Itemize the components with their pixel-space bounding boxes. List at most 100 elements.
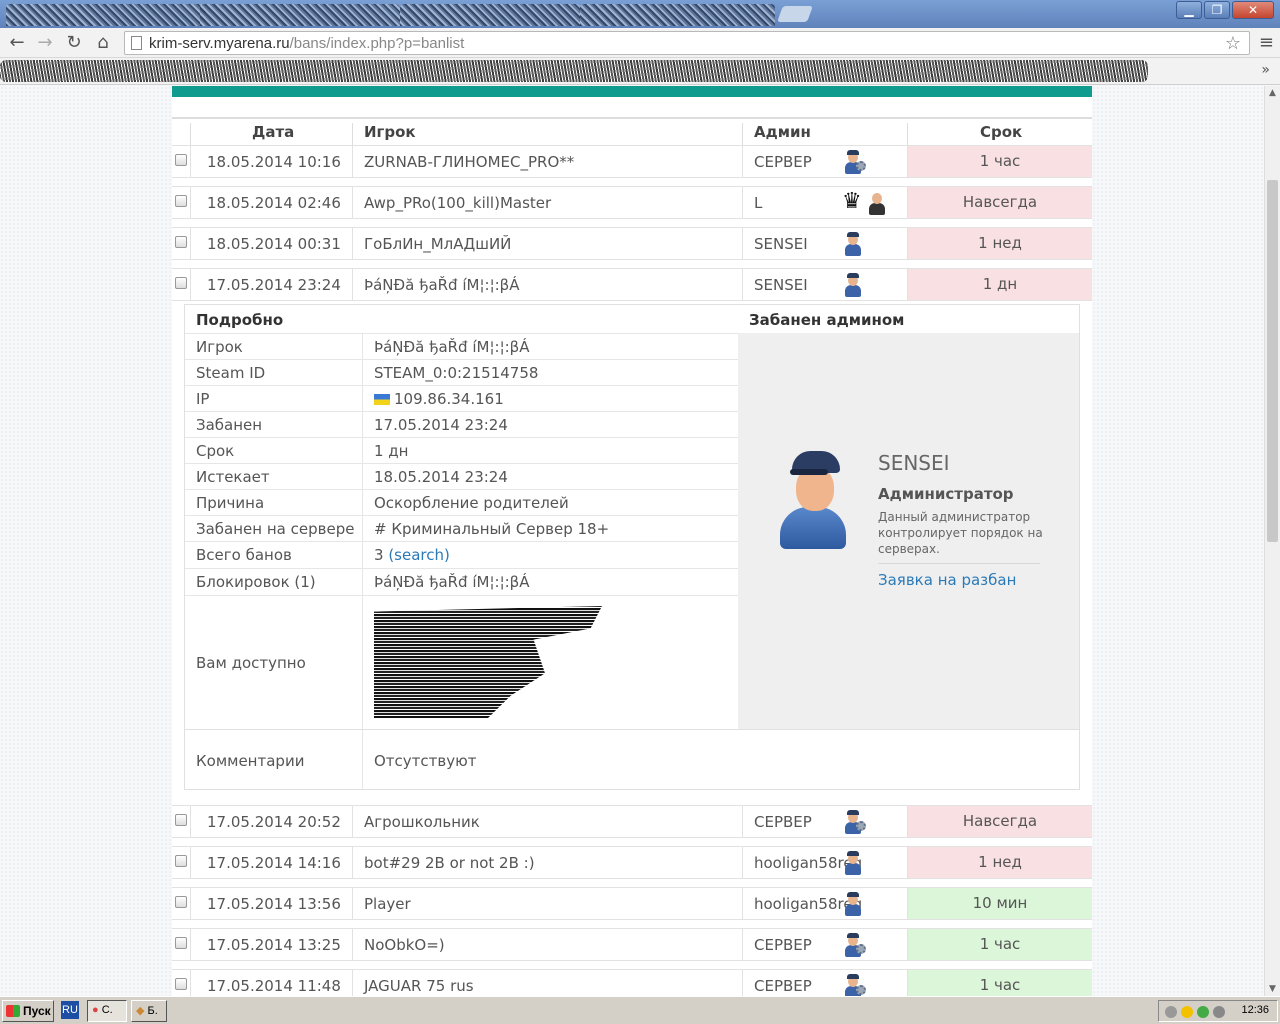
admin-card: SENSEI Администратор Данный администрато… [738,333,1079,729]
search-bans-link[interactable]: (search) [388,546,450,564]
server-admin-icon [842,974,866,996]
start-button[interactable]: Пуск [2,1000,54,1022]
browser-tab[interactable] [400,4,580,26]
bookmarks-overflow-button[interactable]: » [1261,62,1270,78]
player-name[interactable]: JAGUAR 75 rus [364,977,474,995]
row-checkbox[interactable] [175,978,187,990]
browser-tab[interactable] [580,4,775,26]
taskbar-item-other[interactable]: ◆ Б. [131,1000,167,1022]
bookmark-star-icon[interactable]: ☆ [1225,33,1241,54]
vertical-scrollbar[interactable]: ▲ ▼ [1264,86,1280,996]
column-header-player[interactable]: Игрок [364,123,416,141]
table-row[interactable]: 17.05.2014 13:25 NoObkO=) СЕРВЕР 1 час [172,928,1092,961]
crown-icon: ♛ [842,189,862,214]
reload-icon[interactable]: ↻ [63,32,85,54]
player-name[interactable]: ZURNAB-ГЛИНОМЕС_PRO** [364,153,574,171]
taskbar-item-chrome[interactable]: ● C. [87,1000,127,1022]
tray-icon[interactable] [1213,1006,1225,1018]
player-name[interactable]: Player [364,895,411,913]
player-name[interactable]: bot#29 2B or not 2B :) [364,854,535,872]
table-row[interactable]: 17.05.2014 14:16 bot#29 2B or not 2B :) ho… [172,846,1092,879]
table-row[interactable]: 18.05.2014 02:46 Awp_PRo(100_kill)Master L… [172,186,1092,219]
browser-tab[interactable] [200,4,400,26]
player-name[interactable]: Awp_PRo(100_kill)Master [364,194,551,212]
clock: 12:36 [1241,1004,1269,1016]
detail-row-reason: Причина Оскорбление родителей [185,489,738,515]
admin-avatar-icon [866,191,888,215]
row-checkbox[interactable] [175,937,187,949]
admin-name[interactable]: СЕРВЕР [754,153,812,171]
player-name[interactable]: NoObkO=) [364,936,445,954]
maximize-button[interactable]: ❐ [1204,1,1230,19]
unban-request-link[interactable]: Заявка на разбан [878,571,1016,589]
row-checkbox[interactable] [175,236,187,248]
police-admin-icon [842,851,864,875]
admin-name[interactable]: СЕРВЕР [754,977,812,995]
details-table: Игрок ÞáŅĐă ђaŘđ íМ¦:¦:βÁ Steam ID STEAM_0… [185,333,738,731]
tray-icon[interactable] [1165,1006,1177,1018]
admin-name[interactable]: SENSEI [754,235,808,253]
table-row[interactable]: 17.05.2014 13:56 Player hooligan58reg 10 ми… [172,887,1092,920]
detail-row-banned: Забанен 17.05.2014 23:24 [185,411,738,437]
scroll-down-arrow-icon[interactable]: ▼ [1269,984,1276,994]
back-arrow-icon[interactable]: ← [6,32,28,54]
ban-term: 1 час [908,146,1092,177]
detail-row-player: Игрок ÞáŅĐă ђaŘđ íМ¦:¦:βÁ [185,333,738,359]
comments-row: Комментарии Отсутствуют [185,729,1079,789]
detail-row-total-bans: Всего банов 3 (search) [185,541,738,568]
admin-name[interactable]: L [754,194,762,212]
forward-arrow-icon[interactable]: → [34,32,56,54]
table-row[interactable]: 17.05.2014 11:48 JAGUAR 75 rus СЕРВЕР 1 час [172,969,1092,996]
scrollbar-thumb[interactable] [1267,180,1278,542]
detail-row-term: Срок 1 дн [185,437,738,463]
row-checkbox[interactable] [175,814,187,826]
ban-date: 17.05.2014 20:52 [207,813,341,831]
ban-term: 1 нед [908,228,1092,259]
player-name[interactable]: ГоБлИн_МлАДшИЙ [364,235,511,253]
admin-name[interactable]: СЕРВЕР [754,813,812,831]
admin-name[interactable]: СЕРВЕР [754,936,812,954]
detail-row-blocks: Блокировок (1) ÞáŅĐă ђaŘđ íМ¦:¦:βÁ [185,568,738,595]
detail-row-expires: Истекает 18.05.2014 23:24 [185,463,738,489]
column-header-term[interactable]: Срок [980,123,1022,141]
player-name[interactable]: Агрошкольник [364,813,480,831]
row-checkbox[interactable] [175,896,187,908]
row-checkbox[interactable] [175,154,187,166]
tray-icon[interactable] [1197,1006,1209,1018]
ban-term: Навсегда [908,187,1092,218]
admin-name[interactable]: SENSEI [754,276,808,294]
redacted-actions [374,606,602,718]
detail-row-ip: IP 109.86.34.161 [185,385,738,411]
player-name[interactable]: ÞáŅĐă ђaŘđ íМ¦:¦:βÁ [364,276,520,294]
page-viewport: Дата Игрок Админ Срок 18.05.2014 10:16 ZU… [0,86,1264,996]
close-button[interactable]: ✕ [1232,1,1274,19]
ban-date: 17.05.2014 13:25 [207,936,341,954]
bookmarks-bar: » [0,58,1280,85]
browser-tab[interactable] [6,4,206,26]
redacted-bookmarks [0,60,1148,82]
scroll-up-arrow-icon[interactable]: ▲ [1269,88,1276,98]
new-tab-button[interactable] [777,6,813,22]
minimize-button[interactable]: ▁ [1176,1,1202,19]
column-header-admin[interactable]: Админ [754,123,811,141]
ban-term: 1 час [908,929,1092,960]
ban-term: Навсегда [908,806,1092,837]
table-row[interactable]: 17.05.2014 23:24 ÞáŅĐă ђaŘđ íМ¦:¦:βÁ SENSE… [172,268,1092,301]
home-icon[interactable]: ⌂ [92,32,114,54]
column-header-date[interactable]: Дата [252,123,294,141]
menu-icon[interactable]: ≡ [1259,32,1274,53]
table-row[interactable]: 18.05.2014 10:16 ZURNAB-ГЛИНОМЕС_PRO** СЕР… [172,145,1092,178]
admin-role: Администратор [878,485,1014,503]
language-indicator[interactable]: RU [61,1001,79,1019]
row-checkbox[interactable] [175,277,187,289]
table-row[interactable]: 18.05.2014 00:31 ГоБлИн_МлАДшИЙ SENSEI 1 не… [172,227,1092,260]
tray-icon[interactable] [1181,1006,1193,1018]
address-bar[interactable]: krim-serv.myarena.ru/bans/index.php?p=ba… [124,31,1250,55]
details-header: Подробно [196,311,284,329]
table-row[interactable]: 17.05.2014 20:52 Агрошкольник СЕРВЕР Навсег… [172,805,1092,838]
row-checkbox[interactable] [175,195,187,207]
divider [878,563,1040,564]
detail-row-available: Вам доступно [185,595,738,731]
row-checkbox[interactable] [175,855,187,867]
banlist-content: Дата Игрок Админ Срок 18.05.2014 10:16 ZU… [172,86,1092,996]
